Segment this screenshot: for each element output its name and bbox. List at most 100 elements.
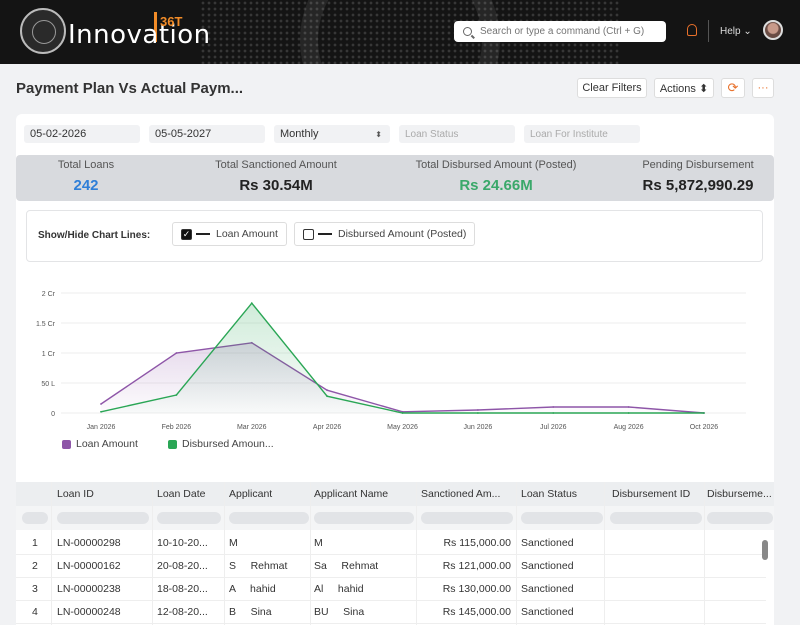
refresh-icon[interactable]: ⟳	[721, 78, 745, 98]
column-filter[interactable]	[157, 512, 221, 524]
applicant-cell[interactable]: B Sina	[229, 606, 309, 618]
data-point	[326, 395, 329, 398]
data-point	[552, 406, 555, 408]
loan-id-cell[interactable]: LN-00000238	[57, 583, 121, 595]
applicant-cell[interactable]: S Rehmat	[229, 560, 309, 572]
table-row[interactable]: 2 LN-00000162 20-08-20... S Rehmat Sa Re…	[16, 555, 766, 578]
column-header[interactable]: Loan ID	[57, 488, 147, 500]
applicant-cell[interactable]: M	[229, 537, 309, 549]
column-divider	[516, 482, 517, 625]
table-header: Loan ID Loan Date Applicant Applicant Na…	[16, 482, 774, 506]
loan-status-field[interactable]: Loan Status	[399, 125, 515, 143]
column-filter[interactable]	[57, 512, 149, 524]
loan-id-cell[interactable]: LN-00000298	[57, 537, 121, 549]
legend-swatch	[62, 439, 71, 449]
checkbox-unchecked-icon	[303, 228, 314, 240]
select-arrows-icon: ⬍	[375, 129, 382, 139]
x-tick-label: Jun 2026	[463, 424, 492, 431]
brand-tag: 36T	[160, 14, 183, 29]
page-title: Payment Plan Vs Actual Paym...	[16, 80, 244, 97]
column-header[interactable]: Disbursement ID	[612, 488, 707, 500]
top-navbar: Innovation 36T Help ⌄	[0, 0, 800, 64]
period-select[interactable]: Monthly ⬍	[274, 125, 390, 143]
data-point	[552, 412, 555, 414]
sanctioned-amount-cell: Rs 121,000.00	[442, 560, 511, 572]
column-header[interactable]: Applicant Name	[314, 488, 414, 500]
kpi-value: 242	[73, 177, 99, 194]
column-filter[interactable]	[521, 512, 603, 524]
table-row[interactable]: 3 LN-00000238 18-08-20... A hahid Al hah…	[16, 578, 766, 601]
row-number: 1	[32, 537, 38, 549]
help-menu[interactable]: Help ⌄	[720, 26, 752, 37]
search-icon	[463, 27, 472, 36]
column-divider	[152, 482, 153, 625]
y-tick-label: 1 Cr	[42, 351, 56, 358]
bell-icon[interactable]	[687, 24, 697, 36]
loan-status-cell: Sanctioned	[521, 606, 574, 618]
column-filter-row	[16, 506, 774, 530]
loan-date-cell: 10-10-20...	[157, 537, 208, 549]
column-filter[interactable]	[610, 512, 702, 524]
data-point	[401, 412, 404, 414]
payment-chart: 0 50 L 1 Cr 1.5 Cr 2 Cr Jan 2026 Feb 2026 Mar 2…	[36, 291, 746, 431]
column-header[interactable]: Loan Status	[521, 488, 601, 500]
legend-label: Disbursed Amoun...	[182, 438, 274, 450]
column-header[interactable]: Loan Date	[157, 488, 221, 500]
loan-for-institute-field[interactable]: Loan For Institute	[524, 125, 640, 143]
x-tick-label: Jul 2026	[540, 424, 567, 431]
from-date-field[interactable]: 05-02-2026	[24, 125, 140, 143]
university-seal-logo[interactable]	[20, 8, 66, 54]
column-header[interactable]: Disburseme...	[707, 488, 773, 500]
y-tick-label: 1.5 Cr	[36, 321, 56, 328]
data-point	[175, 352, 178, 354]
line-swatch	[318, 233, 332, 235]
kpi-total-loans: Total Loans 242	[36, 159, 136, 194]
loan-id-cell[interactable]: LN-00000162	[57, 560, 121, 572]
data-point	[175, 394, 178, 396]
sanctioned-amount-cell: Rs 145,000.00	[442, 606, 511, 618]
loan-id-cell[interactable]: LN-00000248	[57, 606, 121, 618]
kpi-label: Pending Disbursement	[642, 159, 754, 171]
header-divider	[708, 20, 709, 42]
more-options-icon[interactable]: ···	[752, 78, 774, 98]
table-row[interactable]: 1 LN-00000298 10-10-20... M M Rs 115,000…	[16, 532, 766, 555]
kpi-total-disbursed: Total Disbursed Amount (Posted) Rs 24.66…	[396, 159, 596, 194]
loan-amount-checkbox[interactable]: ✓ Loan Amount	[172, 222, 287, 246]
applicant-name-cell: BU Sina	[314, 606, 365, 618]
actions-button[interactable]: Actions ⬍	[654, 78, 714, 98]
kpi-value: Rs 5,872,990.29	[642, 177, 754, 194]
disbursed-amount-checkbox[interactable]: Disbursed Amount (Posted)	[294, 222, 476, 246]
loan-date-cell: 20-08-20...	[157, 560, 208, 572]
search-input[interactable]	[480, 26, 660, 37]
avatar[interactable]	[763, 20, 783, 40]
applicant-name-cell: Al hahid	[314, 583, 364, 595]
data-point	[476, 409, 479, 411]
table-row[interactable]: 4 LN-00000248 12-08-20... B Sina BU Sina…	[16, 601, 766, 624]
x-tick-label: Apr 2026	[313, 424, 342, 431]
brand-name[interactable]: Innovation	[68, 20, 211, 50]
applicant-cell[interactable]: A hahid	[229, 583, 309, 595]
checkbox-checked-icon: ✓	[181, 228, 192, 240]
column-header[interactable]: Sanctioned Am...	[421, 488, 511, 500]
column-filter[interactable]	[229, 512, 309, 524]
clear-filters-button[interactable]: Clear Filters	[577, 78, 647, 98]
column-filter[interactable]	[22, 512, 48, 524]
column-filter[interactable]	[707, 512, 773, 524]
legend-disbursed-amount[interactable]: Disbursed Amoun...	[168, 438, 274, 450]
row-number: 2	[32, 560, 38, 572]
table-scrollbar[interactable]	[762, 540, 768, 560]
column-filter[interactable]	[314, 512, 414, 524]
kpi-label: Total Loans	[57, 159, 115, 171]
search-bar[interactable]	[454, 21, 666, 42]
legend-loan-amount[interactable]: Loan Amount	[62, 438, 138, 450]
data-point	[703, 412, 705, 414]
x-tick-label: Jan 2026	[87, 424, 116, 431]
x-tick-label: Aug 2026	[614, 424, 644, 431]
to-date-field[interactable]: 05-05-2027	[149, 125, 265, 143]
x-tick-label: May 2026	[387, 424, 418, 431]
column-header[interactable]: Applicant	[229, 488, 309, 500]
loan-status-cell: Sanctioned	[521, 537, 574, 549]
column-filter[interactable]	[421, 512, 513, 524]
data-point	[627, 412, 630, 414]
legend-swatch	[168, 439, 177, 449]
